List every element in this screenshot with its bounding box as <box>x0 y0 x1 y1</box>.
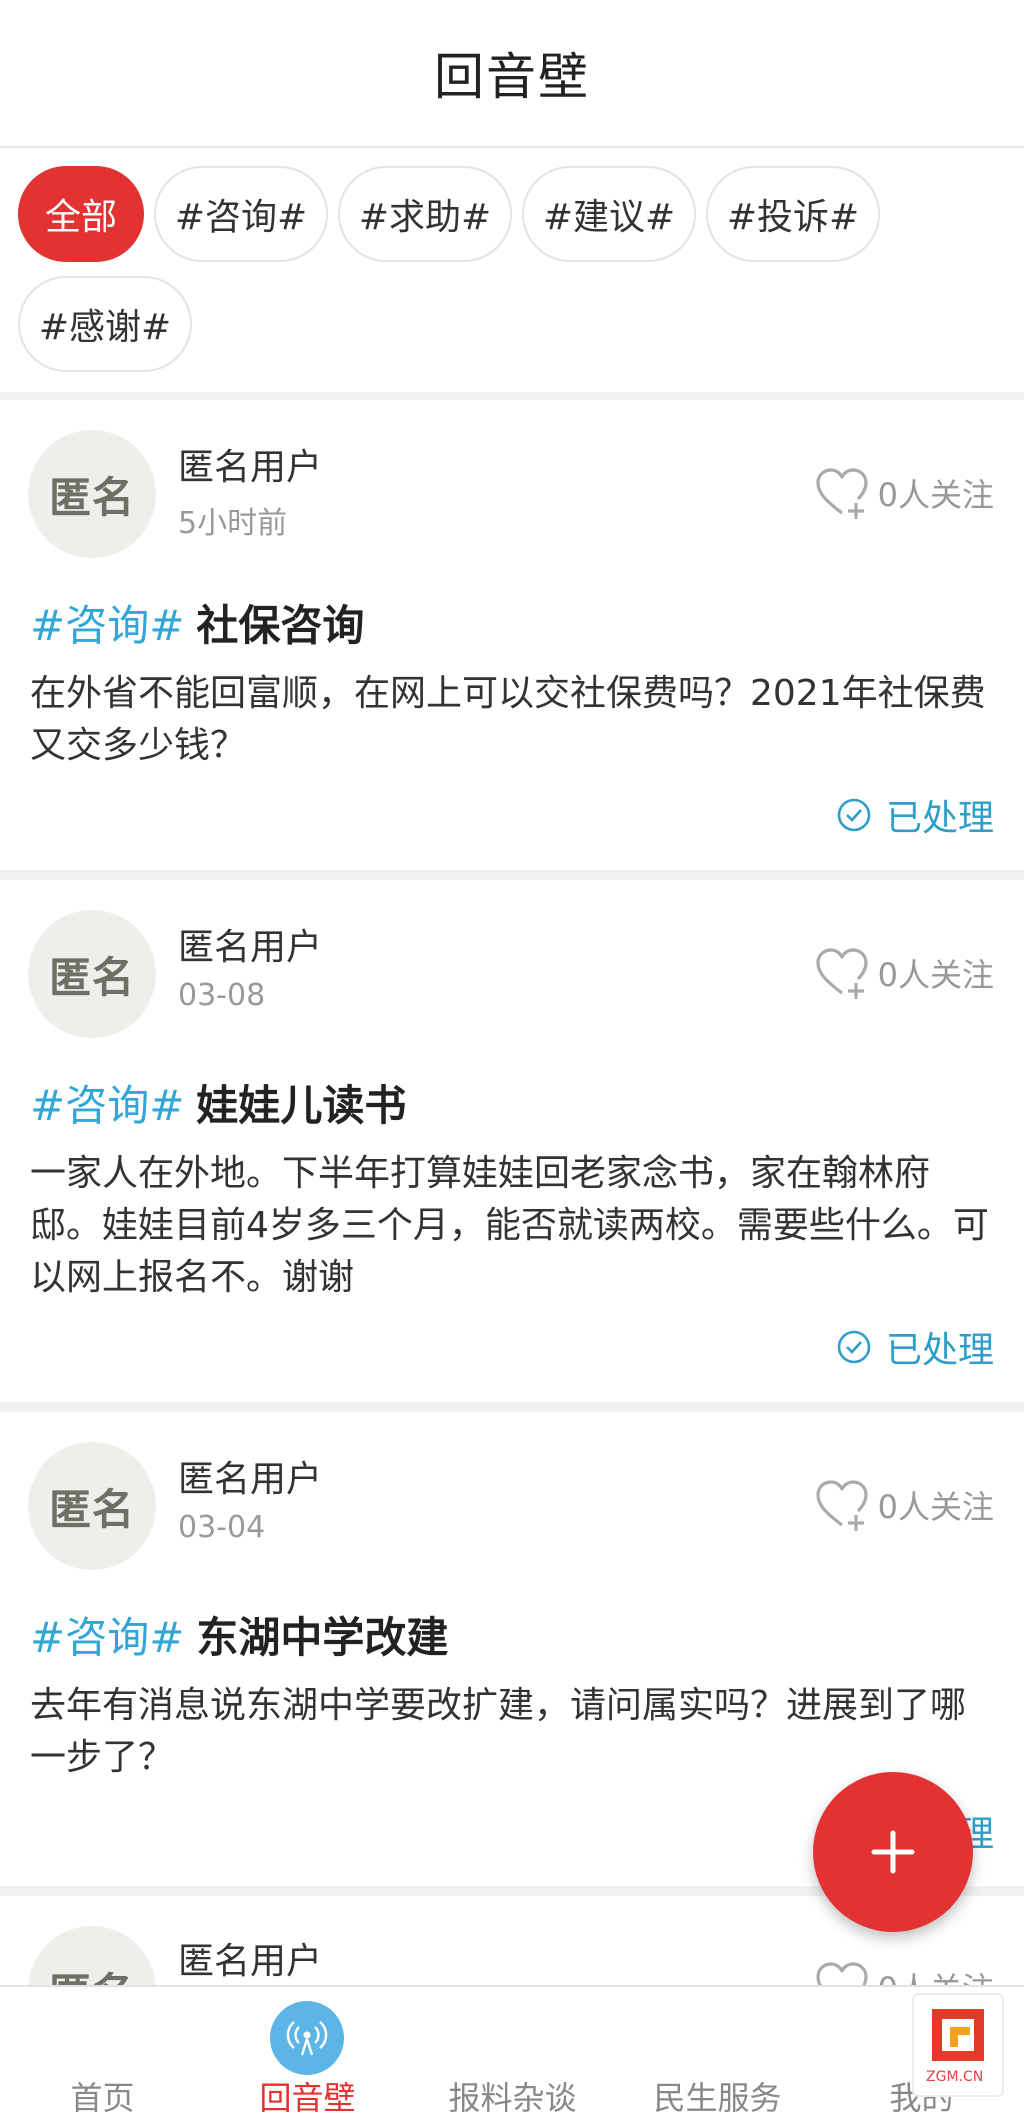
tab-echo-wall[interactable]: 回音壁 <box>205 1987 410 2127</box>
post-username: 匿名用户 <box>178 447 323 488</box>
follow-count: 0人关注 <box>877 476 994 514</box>
post-body: 在外省不能回富顺，在网上可以交社保费吗？2021年社保费又交多少钱？ <box>30 673 986 766</box>
watermark-logo: ZGM.CN <box>912 1993 1004 2097</box>
post-card[interactable]: 匿名 匿名用户 5小时前 0人关注 #咨询# 社保咨询 在外省不能回富顺，在网上可… <box>0 400 1024 870</box>
heart-plus-icon <box>816 1962 868 1985</box>
follow-count: 0人关注 <box>877 956 994 994</box>
heart-plus-icon <box>816 948 868 999</box>
bottom-tab-bar: 首页 回音壁 报料杂谈 民生服务 我的 <box>0 1985 1024 2127</box>
tab-home[interactable]: 首页 <box>0 1987 205 2127</box>
follow-count: 0人关注 <box>878 1964 994 1985</box>
app-header: 回音壁 <box>0 0 1024 148</box>
tab-label: 首页 <box>70 2079 135 2117</box>
status-text: 已处理 <box>885 1330 994 1371</box>
tab-label: 民生服务 <box>653 2079 782 2117</box>
logo-icon <box>932 2009 984 2061</box>
follow-button[interactable]: 0人关注 <box>812 1954 994 1985</box>
post-username: 匿名用户 <box>178 927 323 968</box>
filter-chip-complaint[interactable]: #投诉# <box>706 166 880 262</box>
follow-button[interactable]: 0人关注 <box>812 460 994 526</box>
post-title-text: 东湖中学改建 <box>196 1613 449 1662</box>
post-title[interactable]: #咨询# 东湖中学改建 <box>30 1604 448 1665</box>
status-badge: 已处理 <box>836 1322 994 1372</box>
filter-chip-thanks[interactable]: #感谢# <box>18 276 192 372</box>
divider <box>0 1402 1024 1412</box>
post-time: 03-04 <box>178 1510 266 1545</box>
post-title-text: 娃娃儿读书 <box>196 1081 407 1130</box>
status-text: 已处理 <box>885 798 994 839</box>
avatar: 匿名 <box>28 430 156 558</box>
post-tag: #咨询# <box>30 601 185 650</box>
post-username: 匿名用户 <box>178 1459 323 1500</box>
divider <box>0 870 1024 880</box>
tab-label: 报料杂谈 <box>448 2079 577 2117</box>
divider <box>0 392 1024 400</box>
post-body: 去年有消息说东湖中学要改扩建，请问属实吗？进展到了哪一步了？ <box>30 1685 967 1778</box>
post-tag: #咨询# <box>30 1081 185 1130</box>
avatar: 匿名 <box>28 1926 156 1985</box>
add-post-button[interactable] <box>813 1772 973 1932</box>
post-title-text: 社保咨询 <box>196 601 365 650</box>
heart-plus-icon <box>816 1480 868 1531</box>
post-body: 一家人在外地。下半年打算娃娃回老家念书，家在翰林府邸。娃娃目前4岁多三个月，能否… <box>30 1153 989 1298</box>
broadcast-icon <box>270 2001 344 2075</box>
post-username: 匿名用户 <box>178 1941 323 1982</box>
post-card[interactable]: 匿名 匿名用户 03-08 0人关注 #咨询# 娃娃儿读书 一家人在外地。下半年打… <box>0 880 1024 1402</box>
post-title[interactable]: #咨询# 社保咨询 <box>30 592 364 653</box>
filter-chip-help[interactable]: #求助# <box>338 166 512 262</box>
check-circle-icon <box>837 1330 871 1364</box>
status-badge: 已处理 <box>836 790 994 840</box>
tab-label: 回音壁 <box>259 2079 356 2117</box>
avatar: 匿名 <box>28 1442 156 1570</box>
check-circle-icon <box>837 798 871 832</box>
page-title: 回音壁 <box>434 48 590 106</box>
avatar: 匿名 <box>28 910 156 1038</box>
filter-chip-consult[interactable]: #咨询# <box>154 166 328 262</box>
follow-count: 0人关注 <box>877 1488 994 1526</box>
tab-services[interactable]: 民生服务 <box>615 1987 820 2127</box>
post-time: 5小时前 <box>178 506 288 541</box>
watermark-text: ZGM.CN <box>926 2069 984 2085</box>
plus-icon <box>871 1830 915 1874</box>
filter-chip-all[interactable]: 全部 <box>18 166 144 262</box>
filter-bar: 全部 #咨询# #求助# #建议# #投诉# #感谢# <box>0 148 1024 392</box>
filter-chip-suggestion[interactable]: #建议# <box>522 166 696 262</box>
post-title[interactable]: #咨询# 娃娃儿读书 <box>30 1072 406 1133</box>
tab-reports[interactable]: 报料杂谈 <box>410 1987 615 2127</box>
post-time: 03-08 <box>178 978 266 1013</box>
follow-button[interactable]: 0人关注 <box>812 1472 994 1538</box>
follow-button[interactable]: 0人关注 <box>812 940 994 1006</box>
heart-plus-icon <box>816 468 868 519</box>
post-tag: #咨询# <box>30 1613 185 1662</box>
